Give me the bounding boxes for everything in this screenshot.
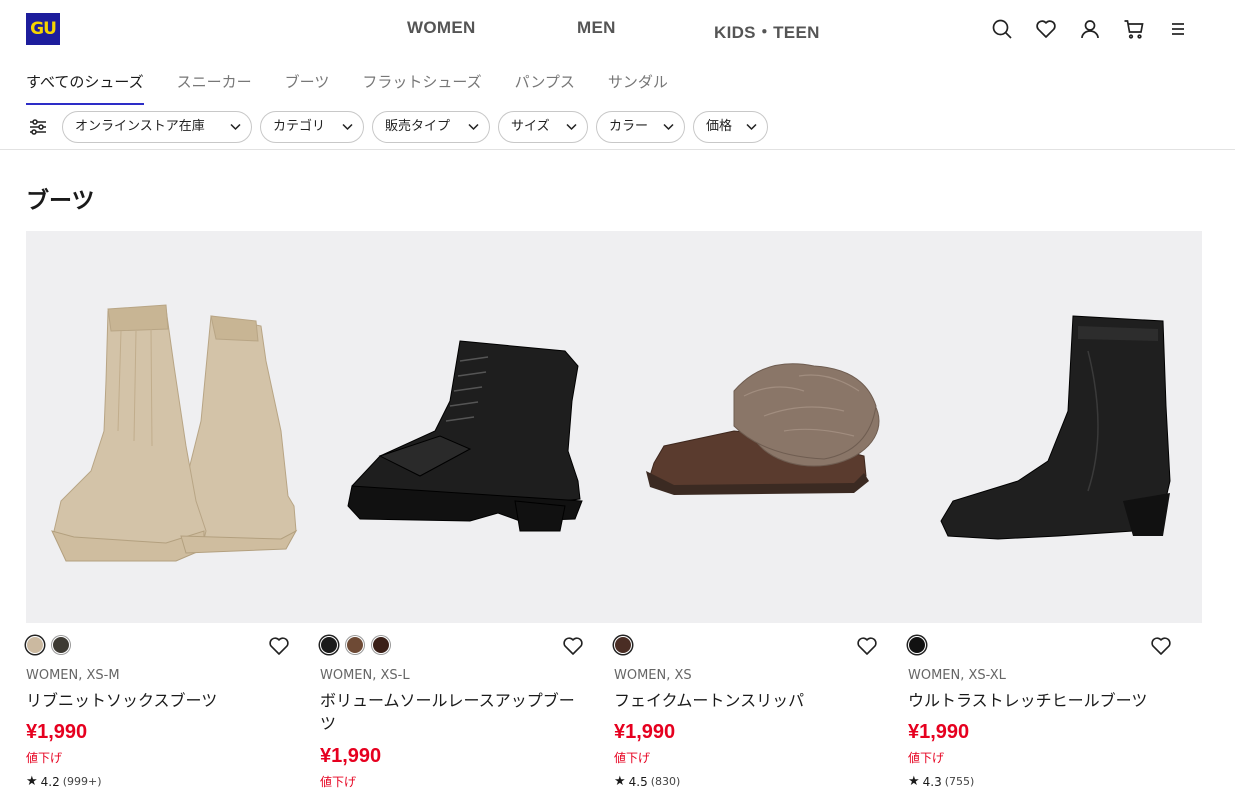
review-count[interactable]: (999+): [63, 775, 102, 788]
star-icon: ★: [908, 774, 920, 789]
filter-price[interactable]: 価格: [693, 111, 768, 143]
nav-women[interactable]: WOMEN: [407, 18, 476, 38]
color-swatches: [908, 636, 926, 654]
color-swatches: [320, 636, 390, 654]
product-gender-size: WOMEN, XS-M: [26, 668, 120, 683]
star-icon: ★: [614, 774, 626, 789]
color-swatch[interactable]: [908, 636, 926, 654]
product-price: ¥1,990: [614, 721, 676, 743]
product-price: ¥1,990: [26, 721, 88, 743]
filter-label: カラー: [609, 119, 649, 134]
product-rating: ★ 4.2 (999+): [26, 774, 102, 789]
filter-label: 販売タイプ: [385, 119, 451, 134]
favorite-heart-icon[interactable]: [562, 635, 584, 657]
tab-flat-shoes[interactable]: フラットシューズ: [362, 72, 481, 105]
filter-size[interactable]: サイズ: [498, 111, 588, 143]
nav-kids-teen[interactable]: KIDS・TEEN: [714, 18, 820, 43]
product-rating: ★ 4.5 (830): [614, 774, 680, 789]
filter-bar: オンラインストア在庫 カテゴリ 販売タイプ サイズ カラー 価格: [0, 110, 1235, 150]
filter-color[interactable]: カラー: [596, 111, 685, 143]
chevron-down-icon: [230, 123, 241, 131]
sale-label: 値下げ: [26, 751, 63, 765]
account-icon[interactable]: [1079, 18, 1101, 40]
sale-label: 値下げ: [908, 751, 945, 765]
chevron-down-icon: [566, 123, 577, 131]
color-swatch[interactable]: [320, 636, 338, 654]
color-swatch[interactable]: [346, 636, 364, 654]
color-swatches: [26, 636, 70, 654]
site-header: GU WOMEN MEN KIDS・TEEN: [0, 0, 1235, 58]
tab-all-shoes[interactable]: すべてのシューズ: [26, 72, 144, 105]
product-price: ¥1,990: [320, 745, 382, 767]
sale-label: 値下げ: [614, 751, 651, 765]
filter-sale-type[interactable]: 販売タイプ: [372, 111, 490, 143]
tab-boots[interactable]: ブーツ: [285, 72, 330, 105]
chevron-down-icon: [663, 123, 674, 131]
color-swatch[interactable]: [52, 636, 70, 654]
product-name[interactable]: ボリュームソールレースアップブーツ: [320, 689, 590, 735]
color-swatches: [614, 636, 632, 654]
favorite-heart-icon[interactable]: [268, 635, 290, 657]
product-name[interactable]: ウルトラストレッチヒールブーツ: [908, 689, 1178, 712]
filter-label: カテゴリ: [273, 119, 326, 134]
product-image[interactable]: [614, 231, 908, 623]
chevron-down-icon: [342, 123, 353, 131]
nav-men[interactable]: MEN: [577, 18, 616, 38]
search-icon[interactable]: [991, 18, 1013, 40]
star-icon: ★: [26, 774, 38, 789]
product-price: ¥1,990: [908, 721, 970, 743]
product-gender-size: WOMEN, XS-XL: [908, 668, 1006, 683]
menu-icon[interactable]: [1167, 18, 1189, 40]
tab-sandals[interactable]: サンダル: [608, 72, 668, 105]
rating-value: 4.2: [40, 774, 60, 789]
cart-icon[interactable]: [1123, 18, 1145, 40]
color-swatch[interactable]: [26, 636, 44, 654]
product-gender-size: WOMEN, XS-L: [320, 668, 410, 683]
tab-sneakers[interactable]: スニーカー: [177, 72, 252, 105]
filter-settings-icon[interactable]: [28, 117, 48, 137]
review-count[interactable]: (755): [945, 775, 975, 788]
filter-online-stock[interactable]: オンラインストア在庫: [62, 111, 252, 143]
shoe-category-tabs: すべてのシューズ スニーカー ブーツ フラットシューズ パンプス サンダル: [26, 72, 668, 106]
color-swatch[interactable]: [372, 636, 390, 654]
filter-label: サイズ: [511, 119, 550, 134]
rating-value: 4.5: [628, 774, 648, 789]
tab-pumps[interactable]: パンプス: [515, 72, 575, 105]
product-name[interactable]: リブニットソックスブーツ: [26, 689, 296, 712]
heart-icon[interactable]: [1035, 18, 1057, 40]
color-swatch[interactable]: [614, 636, 632, 654]
product-image[interactable]: [908, 231, 1202, 623]
sale-label: 値下げ: [320, 775, 357, 789]
header-icons: [991, 18, 1189, 40]
product-gender-size: WOMEN, XS: [614, 668, 692, 683]
section-title: ブーツ: [26, 188, 95, 214]
rating-value: 4.3: [922, 774, 942, 789]
filter-label: 価格: [706, 119, 733, 134]
review-count[interactable]: (830): [651, 775, 681, 788]
chevron-down-icon: [468, 123, 479, 131]
product-image[interactable]: [320, 231, 614, 623]
product-image[interactable]: [26, 231, 320, 623]
gu-logo[interactable]: GU: [26, 13, 60, 45]
product-name[interactable]: フェイクムートンスリッパ: [614, 689, 884, 712]
favorite-heart-icon[interactable]: [1150, 635, 1172, 657]
chevron-down-icon: [746, 123, 757, 131]
favorite-heart-icon[interactable]: [856, 635, 878, 657]
filter-category[interactable]: カテゴリ: [260, 111, 364, 143]
filter-label: オンラインストア在庫: [75, 119, 205, 134]
product-rating: ★ 4.3 (755): [908, 774, 974, 789]
